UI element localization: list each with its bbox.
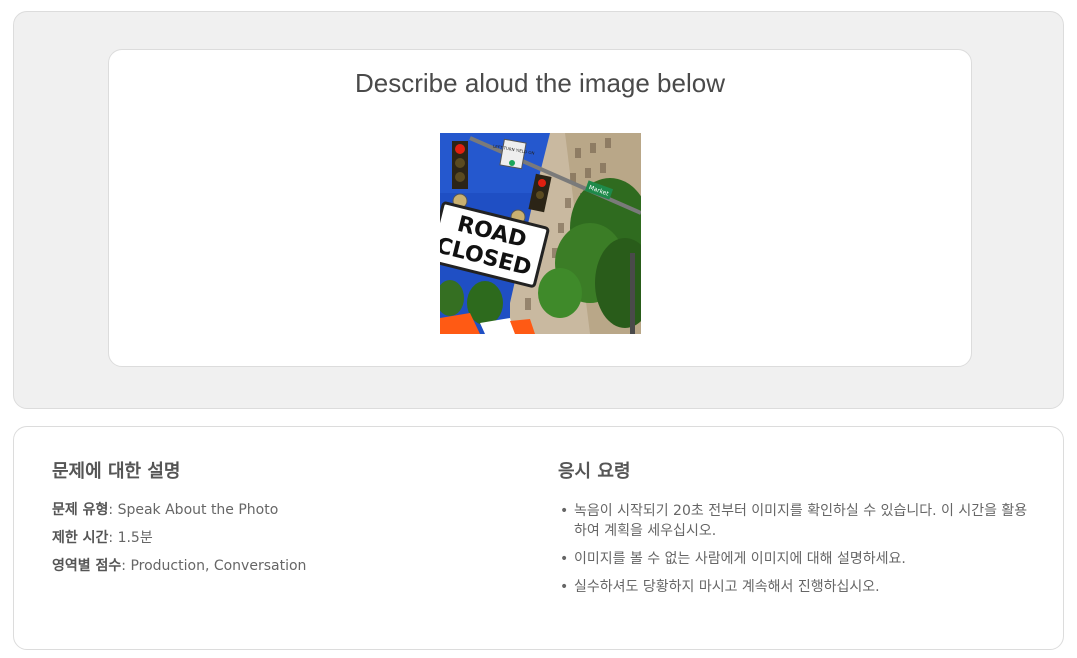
- info-panel: 문제에 대한 설명 문제 유형: Speak About the Photo 제…: [13, 426, 1064, 650]
- question-type-label: 문제 유형: [52, 502, 109, 518]
- tip-item: 녹음이 시작되기 20초 전부터 이미지를 확인하실 수 있습니다. 이 시간을…: [558, 501, 1038, 541]
- prompt-panel: Describe aloud the image below LEFT TURN…: [13, 11, 1064, 409]
- prompt-title: Describe aloud the image below: [355, 68, 725, 98]
- time-limit-label: 제한 시간: [52, 530, 109, 546]
- tips-heading: 응시 요령: [558, 461, 631, 482]
- road-closed-photo: LEFT TURN YIELD ON ROAD CLOSED Market: [440, 133, 641, 334]
- time-limit-value: 1.5분: [117, 530, 153, 546]
- score-area-row: 영역별 점수: Production, Conversation: [52, 558, 307, 574]
- tips-section: 응시 요령 녹음이 시작되기 20초 전부터 이미지를 확인하실 수 있습니다.…: [558, 457, 1038, 605]
- tip-item: 이미지를 볼 수 없는 사람에게 이미지에 대해 설명하세요.: [558, 549, 1038, 569]
- description-section: 문제에 대한 설명 문제 유형: Speak About the Photo 제…: [52, 457, 492, 585]
- score-area-value: Production, Conversation: [130, 558, 307, 574]
- question-type-value: Speak About the Photo: [117, 502, 279, 518]
- tip-item: 실수하셔도 당황하지 마시고 계속해서 진행하십시오.: [558, 577, 1038, 597]
- time-limit-row: 제한 시간: 1.5분: [52, 530, 153, 546]
- prompt-card: Describe aloud the image below LEFT TURN…: [108, 49, 972, 367]
- question-type-row: 문제 유형: Speak About the Photo: [52, 502, 279, 518]
- description-heading: 문제에 대한 설명: [52, 461, 181, 482]
- tips-list: 녹음이 시작되기 20초 전부터 이미지를 확인하실 수 있습니다. 이 시간을…: [558, 501, 1038, 597]
- score-area-label: 영역별 점수: [52, 558, 122, 574]
